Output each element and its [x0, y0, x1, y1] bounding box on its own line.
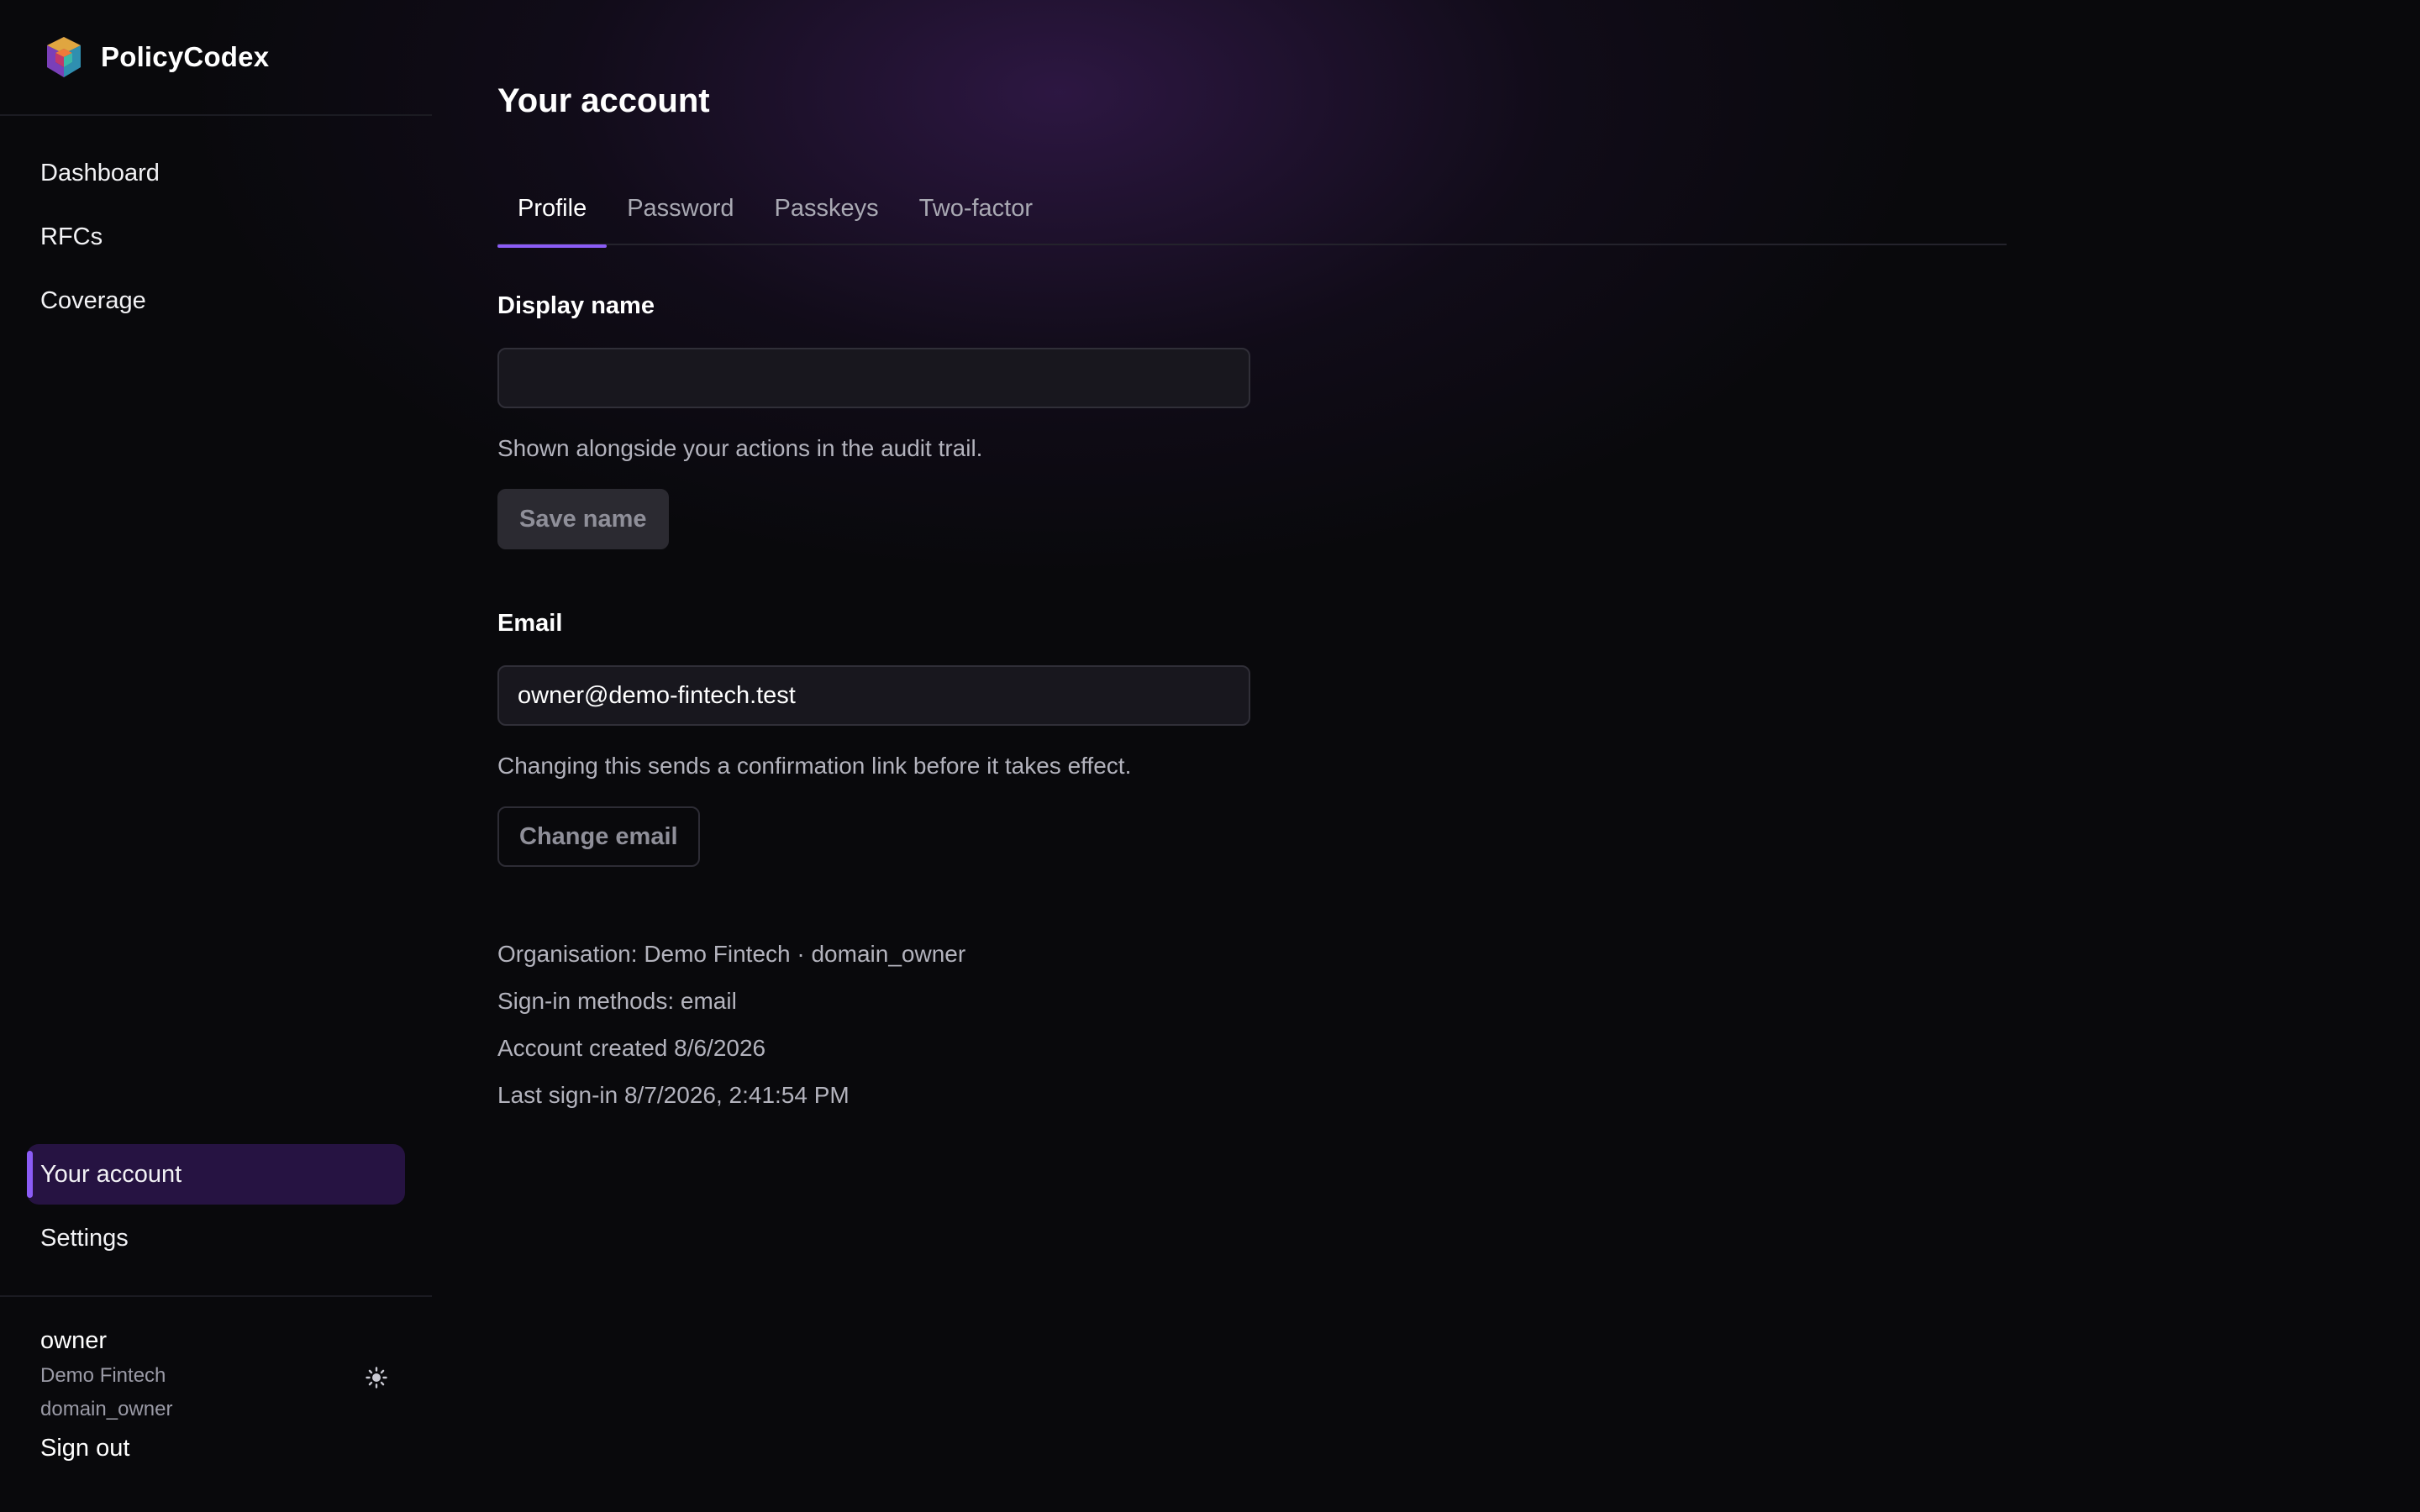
email-label: Email: [497, 610, 563, 637]
nav-item-label: Coverage: [40, 286, 146, 314]
account-nav: Your account Settings: [0, 1144, 432, 1268]
display-name-label: Display name: [497, 292, 655, 319]
sign-out-link[interactable]: Sign out: [40, 1435, 129, 1462]
user-organisation: Demo Fintech: [40, 1364, 166, 1387]
main-nav: Dashboard RFCs Coverage: [0, 143, 432, 331]
nav-item-dashboard[interactable]: Dashboard: [27, 143, 405, 203]
email-field[interactable]: [497, 665, 1250, 726]
account-created-info: Account created 8/6/2026: [497, 1035, 766, 1061]
sidebar-divider-top: [0, 114, 432, 116]
email-help: Changing this sends a confirmation link …: [497, 753, 1132, 779]
theme-toggle-sun-icon[interactable]: [360, 1361, 393, 1394]
nav-item-label: Your account: [40, 1160, 182, 1188]
tab-passkeys[interactable]: Passkeys: [755, 181, 899, 245]
account-tabs: Profile Password Passkeys Two-factor: [497, 181, 2007, 248]
nav-item-coverage[interactable]: Coverage: [27, 270, 405, 331]
nav-item-rfcs[interactable]: RFCs: [27, 207, 405, 267]
tab-password[interactable]: Password: [607, 181, 754, 245]
brand[interactable]: PolicyCodex: [40, 30, 269, 84]
nav-item-your-account[interactable]: Your account: [27, 1144, 405, 1205]
nav-item-settings[interactable]: Settings: [27, 1208, 405, 1268]
sidebar: PolicyCodex Dashboard RFCs Coverage Your…: [0, 0, 432, 1512]
app-root: PolicyCodex Dashboard RFCs Coverage Your…: [0, 0, 2420, 1512]
sun-icon: [366, 1367, 387, 1389]
change-email-button[interactable]: Change email: [497, 806, 700, 867]
nav-item-label: Dashboard: [40, 159, 160, 186]
organisation-info: Organisation: Demo Fintech · domain_owne…: [497, 941, 966, 967]
save-name-button[interactable]: Save name: [497, 489, 669, 549]
nav-item-label: RFCs: [40, 223, 103, 250]
tab-profile[interactable]: Profile: [497, 181, 608, 248]
display-name-input[interactable]: [497, 348, 1250, 408]
policycodex-logo-icon: [47, 37, 81, 77]
user-name: owner: [40, 1327, 107, 1354]
sign-in-methods-info: Sign-in methods: email: [497, 988, 737, 1014]
display-name-help: Shown alongside your actions in the audi…: [497, 435, 983, 461]
user-block: owner Demo Fintech domain_owner: [40, 1322, 393, 1426]
nav-item-label: Settings: [40, 1224, 129, 1252]
user-role: domain_owner: [40, 1398, 173, 1420]
sidebar-divider-bottom: [0, 1295, 432, 1297]
page-title: Your account: [497, 82, 710, 119]
last-sign-in-info: Last sign-in 8/7/2026, 2:41:54 PM: [497, 1082, 850, 1108]
tab-two-factor[interactable]: Two-factor: [899, 181, 1053, 245]
brand-name: PolicyCodex: [101, 41, 270, 72]
